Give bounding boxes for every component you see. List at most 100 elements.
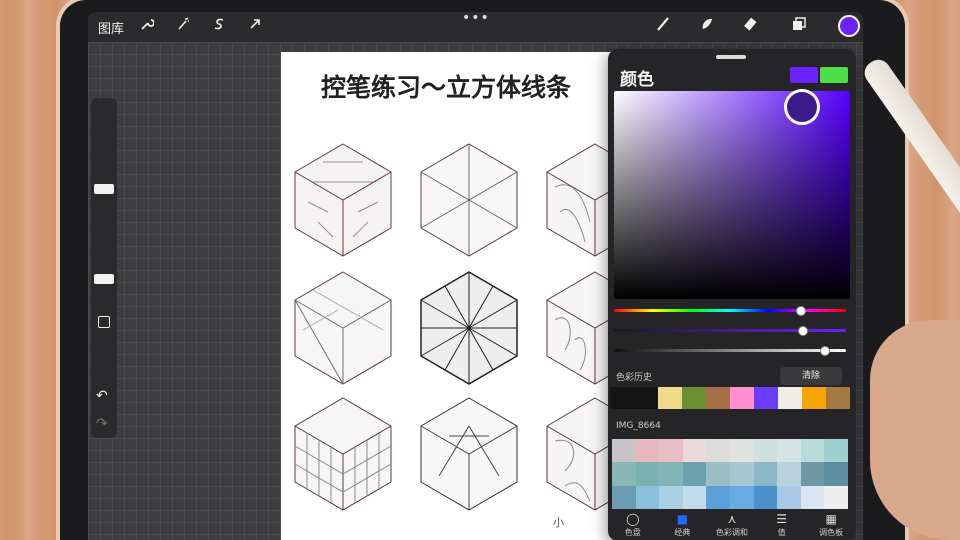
palette-swatch[interactable] (682, 462, 707, 486)
palette-swatch[interactable] (730, 462, 754, 486)
palette-swatch[interactable] (635, 462, 660, 486)
layers-icon[interactable] (788, 16, 810, 38)
palette-swatch[interactable] (800, 462, 825, 486)
history-swatch[interactable] (706, 387, 730, 409)
opacity-slider[interactable] (94, 274, 114, 284)
cube-drawing (420, 397, 518, 511)
palette-swatch[interactable] (753, 462, 778, 486)
more-options-icon[interactable]: ••• (462, 12, 490, 26)
palette-swatch[interactable] (659, 485, 683, 509)
palette-swatch[interactable] (706, 485, 730, 509)
color-mode-tabs: ◯ 色盘 ■ 经典 ⋏ 色彩调和 ☰ 值 ▦ 调色板 (608, 511, 856, 540)
palette-swatch[interactable] (706, 439, 730, 463)
cube-drawing (294, 271, 392, 385)
brush-size-slider[interactable] (94, 184, 114, 194)
eraser-icon[interactable] (740, 16, 762, 38)
brush-icon[interactable] (652, 16, 674, 38)
color-history-row (610, 387, 850, 409)
tab-disc[interactable]: ◯ 色盘 (608, 511, 658, 540)
hue-slider-knob[interactable] (796, 306, 806, 316)
tab-harmony[interactable]: ⋏ 色彩调和 (707, 511, 757, 540)
palette-swatch[interactable] (659, 439, 683, 463)
history-swatch[interactable] (778, 387, 802, 409)
palettes-grid-icon: ▦ (825, 512, 837, 526)
history-swatch[interactable] (730, 387, 754, 409)
current-color-swatch[interactable] (790, 67, 818, 83)
palette-swatch[interactable] (635, 439, 660, 463)
previous-color-swatch[interactable] (820, 67, 848, 83)
tab-label: 调色板 (819, 528, 844, 537)
tab-label: 值 (777, 528, 786, 537)
hue-slider[interactable] (614, 309, 846, 312)
color-panel: 颜色 色彩历史 清除 IMG_8664 ◯ 色盘 ■ 经典 ⋏ 色彩调和 ☰ 值 ▦ 调色板 (608, 49, 856, 540)
app-screen: 图库 ••• ↶ ↷ 控笔练习～立方体线条 小 颜色 色彩历史 清除 IMG_8… (88, 12, 863, 540)
palette-swatch[interactable] (612, 485, 636, 509)
history-swatch[interactable] (826, 387, 850, 409)
palette-swatch[interactable] (659, 462, 683, 486)
palette-swatch[interactable] (824, 462, 848, 486)
history-swatch[interactable] (610, 387, 634, 409)
palette-swatch[interactable] (730, 439, 754, 463)
palette-name: IMG_8664 (616, 421, 661, 431)
saturation-slider[interactable] (614, 329, 846, 332)
tab-label: 经典 (674, 528, 691, 537)
palette-swatch[interactable] (706, 462, 730, 486)
brightness-slider-knob[interactable] (820, 346, 830, 356)
panel-drag-handle[interactable] (716, 55, 746, 59)
color-palette-grid (612, 439, 848, 509)
cube-drawing (294, 397, 392, 511)
top-toolbar: 图库 ••• (88, 12, 863, 42)
wrench-icon[interactable] (136, 16, 158, 38)
palette-swatch[interactable] (753, 485, 778, 509)
palette-swatch[interactable] (612, 462, 636, 486)
palette-swatch[interactable] (800, 439, 825, 463)
tab-palettes-grid[interactable]: ▦ 调色板 (806, 511, 856, 540)
classic-square-icon: ■ (676, 512, 689, 526)
tab-label: 色盘 (624, 528, 641, 537)
palette-swatch[interactable] (777, 485, 801, 509)
clear-history-button[interactable]: 清除 (780, 367, 842, 385)
palette-swatch[interactable] (777, 462, 801, 486)
history-swatch[interactable] (634, 387, 658, 409)
history-swatch[interactable] (658, 387, 682, 409)
gallery-button[interactable]: 图库 (98, 18, 124, 37)
palette-swatch[interactable] (753, 439, 778, 463)
cube-drawing (420, 271, 518, 385)
tab-label: 色彩调和 (715, 528, 748, 537)
cube-drawing (420, 143, 518, 257)
modify-button[interactable] (98, 316, 110, 328)
left-sidebar: ↶ ↷ (91, 98, 117, 438)
history-swatch[interactable] (802, 387, 826, 409)
undo-icon[interactable]: ↶ (96, 388, 108, 404)
current-color-button[interactable] (838, 15, 860, 37)
palette-swatch[interactable] (777, 439, 801, 463)
value-sliders-icon: ☰ (776, 512, 787, 526)
palette-swatch[interactable] (612, 439, 636, 463)
tab-value-sliders[interactable]: ☰ 值 (757, 511, 807, 540)
smudge-icon[interactable] (696, 16, 718, 38)
brightness-slider[interactable] (614, 349, 846, 352)
palette-swatch[interactable] (800, 485, 825, 509)
color-history-label: 色彩历史 (616, 373, 653, 383)
palette-swatch[interactable] (682, 485, 707, 509)
watermark-text: 小 (553, 516, 564, 529)
palette-swatch[interactable] (682, 439, 707, 463)
magic-wand-icon[interactable] (172, 16, 194, 38)
disc-icon: ◯ (626, 512, 640, 526)
picker-handle[interactable] (784, 89, 820, 125)
redo-icon[interactable]: ↷ (96, 416, 108, 432)
history-swatch[interactable] (754, 387, 778, 409)
paper-title: 控笔练习～立方体线条 (321, 73, 572, 102)
palette-swatch[interactable] (635, 485, 660, 509)
history-swatch[interactable] (682, 387, 706, 409)
palette-swatch[interactable] (824, 439, 848, 463)
palette-swatch[interactable] (824, 485, 848, 509)
arrow-transform-icon[interactable] (244, 16, 266, 38)
panel-title: 颜色 (620, 70, 654, 90)
selection-s-icon[interactable] (208, 16, 230, 38)
tab-classic-square[interactable]: ■ 经典 (658, 511, 708, 540)
saturation-slider-knob[interactable] (798, 326, 808, 336)
saturation-brightness-picker[interactable] (614, 89, 850, 299)
palette-swatch[interactable] (730, 485, 754, 509)
cube-drawing (294, 143, 392, 257)
